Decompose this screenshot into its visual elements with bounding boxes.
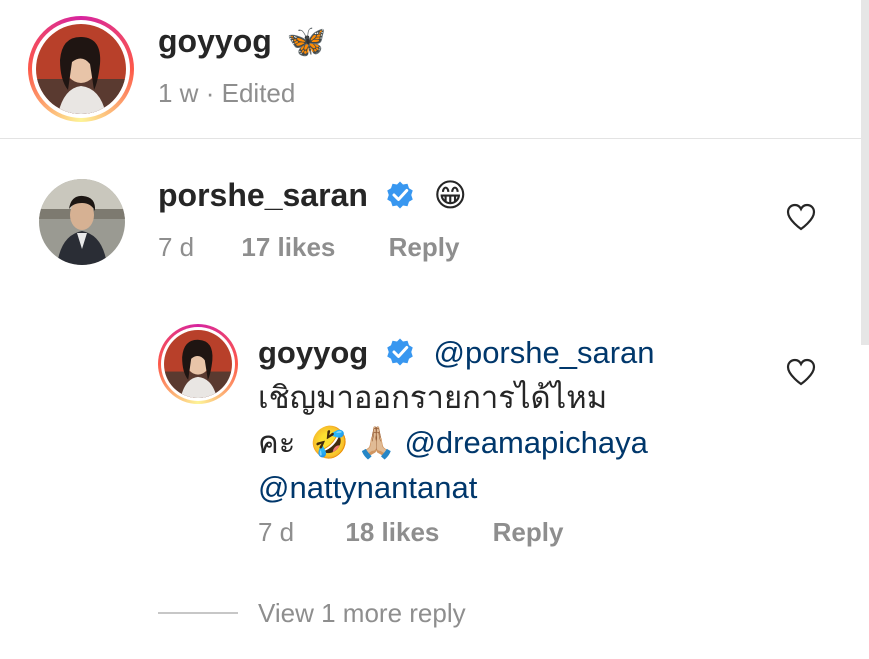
heart-icon[interactable]	[786, 358, 816, 386]
verified-badge-icon	[387, 338, 413, 366]
mention-nattynantanat[interactable]: @nattynantanat	[258, 465, 678, 510]
post-meta: 1 w · Edited	[158, 78, 295, 109]
meta-separator: ·	[205, 78, 215, 108]
divider	[0, 138, 861, 139]
reply-text: goyyog @porshe_saran เชิญมาออกรายการได้ไ…	[258, 330, 678, 510]
butterfly-emoji: 🦋	[286, 23, 327, 59]
reply-likes[interactable]: 18 likes	[345, 517, 439, 547]
commenter-username[interactable]: porshe_saran	[158, 177, 368, 213]
reply-emojis: 🤣 🙏🏼	[310, 425, 396, 460]
heart-icon[interactable]	[786, 203, 816, 231]
reply-line-2-prefix: คะ	[258, 425, 296, 460]
comment-line: porshe_saran 😁	[158, 176, 467, 214]
mention-porshe-saran[interactable]: @porshe_saran	[433, 335, 654, 370]
comment-likes[interactable]: 17 likes	[241, 232, 335, 262]
commenter-avatar[interactable]	[39, 179, 125, 265]
edited-label: Edited	[221, 78, 296, 108]
verified-badge-icon	[387, 181, 413, 209]
post-author-avatar[interactable]	[28, 16, 134, 122]
comment-emoji: 😁	[433, 177, 468, 213]
comment-reply-button[interactable]: Reply	[389, 232, 460, 262]
view-more-line	[158, 612, 238, 614]
view-more-replies-button[interactable]: View 1 more reply	[258, 598, 466, 629]
comment-time: 7 d	[158, 232, 195, 262]
post-author-username[interactable]: goyyog	[158, 23, 272, 59]
reply-meta: 7 d 18 likes Reply	[258, 517, 563, 548]
reply-time: 7 d	[258, 517, 295, 547]
post-time: 1 w	[158, 78, 199, 108]
reply-reply-button[interactable]: Reply	[493, 517, 564, 547]
mention-dreamapichaya[interactable]: @dreamapichaya	[404, 425, 647, 460]
reply-author-username[interactable]: goyyog	[258, 335, 368, 370]
comment-meta: 7 d 17 likes Reply	[158, 232, 459, 263]
post-author-line: goyyog 🦋	[158, 22, 327, 60]
reply-author-avatar[interactable]	[158, 324, 238, 404]
scrollbar[interactable]	[861, 0, 869, 345]
reply-line-1: เชิญมาออกรายการได้ไหม	[258, 380, 608, 415]
